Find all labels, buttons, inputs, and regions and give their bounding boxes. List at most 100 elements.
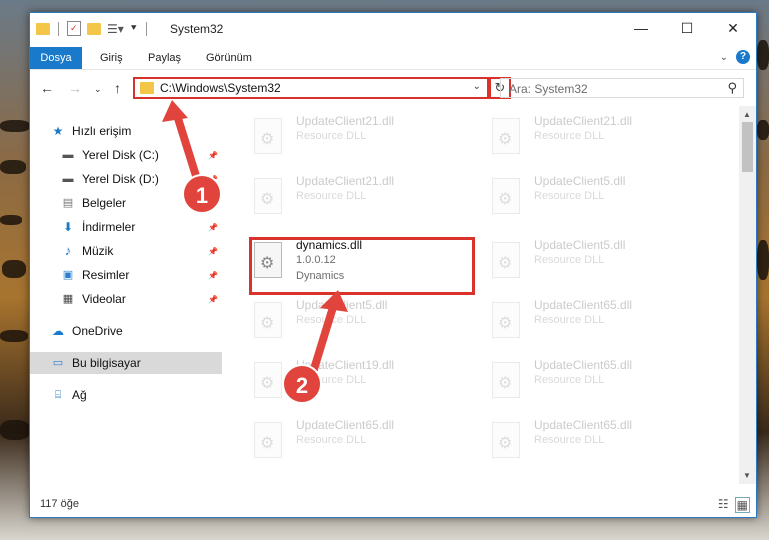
recent-locations-button[interactable]: ⌄ — [94, 84, 102, 95]
vertical-scrollbar[interactable]: ▲ ▼ — [739, 106, 756, 484]
sidebar-item-label: Resimler — [82, 268, 130, 282]
item-count: 117 öğe — [40, 498, 79, 510]
details-view-icon[interactable]: ☷ — [718, 497, 729, 513]
scroll-down-icon[interactable]: ▼ — [743, 471, 751, 480]
address-path[interactable]: C:\Windows\System32 — [160, 81, 281, 95]
view-switcher: ☷ ▦ — [718, 497, 750, 513]
file-version: Resource DLL — [534, 314, 605, 326]
dll-file-icon — [492, 118, 520, 154]
dll-file-icon — [254, 362, 282, 398]
file-name: UpdateClient5.dll — [534, 174, 626, 188]
pin-icon[interactable]: 📌 — [208, 223, 218, 232]
file-item[interactable]: UpdateClient65.dll Resource DLL — [250, 416, 480, 466]
sidebar-item[interactable]: ▣ Resimler 📌 — [30, 264, 222, 286]
file-item[interactable]: UpdateClient65.dll Resource DLL — [488, 356, 718, 406]
sidebar-item-label: Bu bilgisayar — [72, 356, 141, 370]
sidebar-item-label: İndirmeler — [82, 220, 136, 234]
star-icon: ★ — [52, 124, 64, 138]
ribbon-tabs: Dosya Giriş Paylaş Görünüm ⌄ ? — [30, 47, 756, 70]
maximize-button[interactable]: ☐ — [664, 13, 710, 43]
file-item[interactable]: UpdateClient5.dllResource DLL — [250, 296, 480, 346]
tab-home[interactable]: Giriş — [100, 47, 123, 69]
file-name: UpdateClient21.dll — [296, 174, 395, 188]
window-title: System32 — [170, 22, 224, 36]
file-name: UpdateClient65.dll — [296, 418, 395, 432]
minimize-button[interactable]: — — [618, 13, 664, 43]
file-name: UpdateClient65.dll — [534, 298, 633, 312]
close-button[interactable]: ✕ — [710, 13, 756, 43]
new-folder-icon[interactable] — [87, 22, 101, 35]
large-icons-view-icon[interactable]: ▦ — [734, 497, 750, 513]
sidebar-item[interactable]: ⌸ Ağ — [30, 384, 222, 406]
pin-icon[interactable]: 📌 — [208, 295, 218, 304]
address-bar[interactable]: C:\Windows\System32 ⌄ — [133, 77, 489, 99]
music-icon: ♪ — [64, 243, 72, 258]
search-placeholder: Ara: System32 — [509, 82, 588, 96]
dll-file-icon — [492, 302, 520, 338]
search-icon[interactable]: ⚲ — [727, 80, 737, 96]
file-item[interactable]: UpdateClient5.dll Resource DLL — [488, 172, 718, 222]
forward-button[interactable]: → — [68, 80, 82, 96]
drive-icon: ▬ — [62, 173, 74, 185]
tab-file[interactable]: Dosya — [30, 47, 82, 69]
file-version: Resource DLL — [296, 190, 367, 202]
up-button[interactable]: ↑ — [114, 80, 121, 96]
file-version: Resource DLL — [534, 254, 605, 266]
file-item[interactable]: UpdateClient5.dll Resource DLL — [488, 236, 718, 286]
pin-icon[interactable]: 📌 — [208, 271, 218, 280]
back-button[interactable]: ← — [40, 80, 54, 96]
file-version: Resource DLL — [534, 190, 605, 202]
pin-icon[interactable]: 📌 — [208, 247, 218, 256]
search-input[interactable]: Ara: System32 ⚲ — [500, 78, 744, 98]
documents-icon: ▤ — [62, 197, 74, 209]
folder-icon — [140, 82, 154, 94]
quick-access-toolbar: ✓ ☰▾ ⯆ — [36, 21, 149, 36]
dll-file-icon — [254, 178, 282, 214]
sidebar-item[interactable]: ☁ OneDrive — [30, 320, 222, 342]
address-dropdown-icon[interactable]: ⌄ — [473, 81, 481, 92]
sidebar-item[interactable]: ♪ Müzik 📌 — [30, 240, 222, 262]
sidebar-item[interactable]: ▭ Bu bilgisayar — [30, 352, 222, 374]
dropdown-icon[interactable]: ⯆ — [130, 23, 138, 34]
tab-view[interactable]: Görünüm — [206, 47, 252, 69]
file-item[interactable]: UpdateClient65.dll Resource DLL — [488, 296, 718, 346]
folder-icon[interactable] — [36, 22, 50, 35]
file-item[interactable]: UpdateClient21.dll Resource DLL — [250, 112, 480, 162]
sidebar-item-label: Hızlı erişim — [72, 124, 132, 138]
dll-file-icon — [254, 118, 282, 154]
customize-icon[interactable]: ☰▾ — [107, 22, 124, 36]
ribbon-right: ⌄ ? — [720, 50, 750, 64]
video-icon: ▦ — [62, 293, 74, 305]
dll-file-icon — [492, 178, 520, 214]
title-bar: ✓ ☰▾ ⯆ System32 — ☐ ✕ — [30, 13, 756, 47]
expand-ribbon-icon[interactable]: ⌄ — [720, 52, 728, 63]
scrollbar-thumb[interactable] — [742, 122, 753, 172]
sidebar-item-label: Ağ — [72, 388, 87, 402]
file-item[interactable]: UpdateClient21.dll Resource DLL — [488, 112, 718, 162]
dll-file-icon — [492, 242, 520, 278]
download-icon: ⬇ — [62, 220, 74, 234]
help-icon[interactable]: ? — [736, 50, 750, 64]
sidebar-item-label: Müzik — [82, 244, 114, 258]
scroll-up-icon[interactable]: ▲ — [743, 110, 751, 119]
sidebar-item-label: OneDrive — [72, 324, 123, 338]
sidebar-item-label: Belgeler — [82, 196, 127, 210]
properties-icon[interactable]: ✓ — [67, 21, 81, 36]
toolbar-separator — [58, 21, 59, 36]
computer-icon: ▭ — [52, 357, 64, 369]
file-version: Resource DLL — [534, 374, 605, 386]
file-item[interactable]: UpdateClient65.dll Resource DLL — [488, 416, 718, 466]
sidebar-item-label: Videolar — [82, 292, 126, 306]
sidebar-item[interactable]: ⬇ İndirmeler 📌 — [30, 216, 222, 238]
sidebar-item[interactable]: ▦ Videolar 📌 — [30, 288, 222, 310]
step-badge-2: 2 — [282, 364, 322, 404]
file-version: Resource DLL — [534, 130, 605, 142]
tab-share[interactable]: Paylaş — [148, 47, 181, 69]
toolbar-separator — [145, 21, 147, 36]
file-version: Resource DLL — [296, 130, 367, 142]
dll-file-icon — [254, 302, 282, 338]
file-name: UpdateClient5.dll — [534, 238, 626, 252]
dll-file-icon — [492, 422, 520, 458]
file-item[interactable]: UpdateClient21.dll Resource DLL — [250, 172, 480, 222]
highlight-box — [249, 237, 475, 295]
